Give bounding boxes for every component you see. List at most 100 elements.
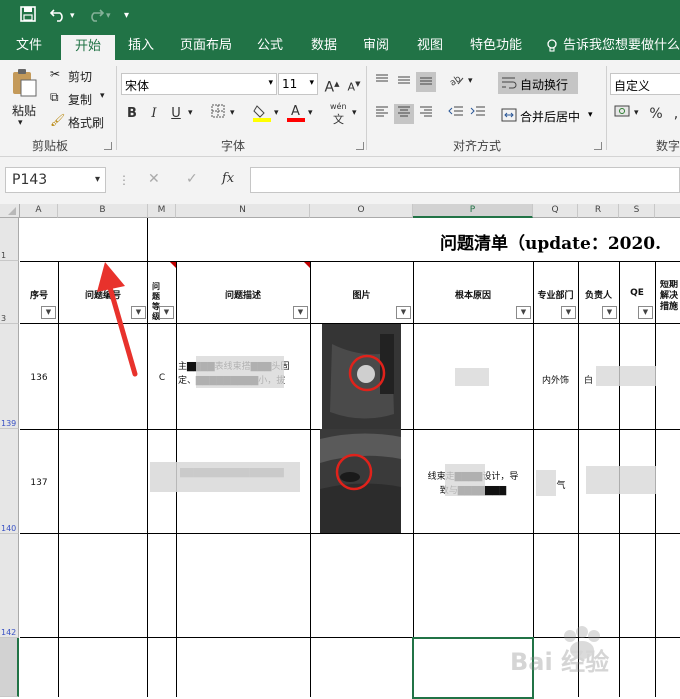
paste-dropdown-icon[interactable]: ▾	[18, 118, 23, 128]
filter-dropdown-button[interactable]: ▼	[293, 306, 308, 319]
tab-review[interactable]: 审阅	[358, 32, 394, 60]
shrink-font-button[interactable]: A▼	[344, 74, 364, 94]
row-header-1[interactable]: 1	[0, 218, 19, 261]
borders-icon[interactable]	[208, 104, 228, 124]
grow-font-button[interactable]: A▲	[322, 74, 342, 96]
enter-icon[interactable]: ✓	[186, 171, 198, 187]
scissors-icon[interactable]: ✂	[50, 67, 60, 81]
align-top-icon[interactable]	[372, 72, 392, 92]
filter-dropdown-button[interactable]: ▼	[396, 306, 411, 319]
filter-dropdown-button[interactable]: ▼	[561, 306, 576, 319]
copy-dropdown-icon[interactable]: ▾	[100, 91, 105, 101]
cell-dept[interactable]: 气	[554, 478, 568, 491]
filter-dropdown-button[interactable]: ▼	[638, 306, 653, 319]
cancel-icon[interactable]: ✕	[148, 171, 160, 187]
cut-button[interactable]: 剪切	[68, 68, 92, 85]
font-launcher-icon[interactable]	[356, 142, 364, 150]
paste-icon[interactable]	[10, 68, 38, 101]
row-header-140[interactable]: 140	[0, 429, 19, 534]
comment-indicator-icon[interactable]	[170, 262, 176, 268]
row-header-142[interactable]: 142	[0, 534, 19, 638]
col-header-n[interactable]: N	[176, 204, 310, 218]
paste-label[interactable]: 粘贴	[12, 102, 36, 119]
align-bottom-icon[interactable]	[416, 72, 436, 92]
tab-insert[interactable]: 插入	[122, 32, 160, 60]
filter-dropdown-button[interactable]: ▼	[159, 306, 174, 319]
cell-dept[interactable]: 内外饰	[534, 373, 577, 386]
tab-view[interactable]: 视图	[412, 32, 448, 60]
tab-data[interactable]: 数据	[306, 32, 342, 60]
col-header-o[interactable]: O	[310, 204, 413, 218]
filter-dropdown-button[interactable]: ▼	[602, 306, 617, 319]
decrease-indent-icon[interactable]	[446, 104, 466, 124]
format-painter-icon[interactable]: 🖌	[50, 113, 65, 127]
filter-dropdown-button[interactable]: ▼	[41, 306, 56, 319]
clipboard-launcher-icon[interactable]	[104, 142, 112, 150]
fill-color-dropdown-icon[interactable]: ▾	[274, 108, 279, 118]
merge-center-button[interactable]: 合并后居中 ▾	[498, 104, 602, 126]
underline-button[interactable]: U	[166, 104, 186, 124]
col-header-a[interactable]: A	[20, 204, 58, 218]
fill-color-icon[interactable]	[252, 102, 272, 122]
wrap-text-button[interactable]: 自动换行	[498, 72, 578, 94]
font-color-dropdown-icon[interactable]: ▾	[308, 108, 313, 118]
name-box[interactable]: P143 ▾	[5, 167, 106, 193]
align-center-icon[interactable]	[394, 104, 414, 124]
accounting-dropdown-icon[interactable]: ▾	[634, 108, 639, 118]
align-right-icon[interactable]	[416, 104, 436, 124]
cell-seq[interactable]: 136	[22, 373, 56, 383]
tab-formulas[interactable]: 公式	[252, 32, 288, 60]
font-size-select[interactable]: 11 ▾	[278, 73, 318, 95]
row-header-139[interactable]: 139	[0, 324, 19, 429]
comment-indicator-icon[interactable]	[304, 262, 310, 268]
issue-photo[interactable]	[320, 429, 401, 533]
filter-dropdown-button[interactable]: ▼	[516, 306, 531, 319]
col-header-r[interactable]: R	[578, 204, 619, 218]
tell-me-box[interactable]: 告诉我您想要做什么...	[563, 32, 680, 60]
redo-icon[interactable]	[86, 6, 105, 26]
copy-icon[interactable]: ⧉	[50, 90, 59, 105]
col-header-q[interactable]: Q	[533, 204, 578, 218]
save-icon[interactable]	[20, 6, 36, 26]
insert-function-icon[interactable]: fx	[222, 171, 234, 186]
tab-file[interactable]: 文件	[6, 32, 52, 60]
row-header-3[interactable]: 3	[0, 261, 19, 324]
comma-style-button[interactable]: ,	[666, 104, 680, 124]
col-header-b[interactable]: B	[58, 204, 148, 218]
tab-special[interactable]: 特色功能	[466, 32, 526, 60]
formula-input[interactable]	[250, 167, 680, 193]
bold-button[interactable]: B	[122, 104, 142, 124]
italic-button[interactable]: I	[144, 104, 164, 124]
align-left-icon[interactable]	[372, 104, 392, 124]
underline-dropdown-icon[interactable]: ▾	[188, 108, 193, 118]
font-color-icon[interactable]: A	[286, 102, 306, 122]
cell-seq[interactable]: 137	[22, 478, 56, 488]
alignment-launcher-icon[interactable]	[594, 142, 602, 150]
orientation-dropdown-icon[interactable]: ▾	[468, 76, 473, 86]
tab-page-layout[interactable]: 页面布局	[176, 32, 236, 60]
undo-icon[interactable]	[49, 6, 68, 26]
cell-level[interactable]: C	[150, 373, 174, 383]
percent-button[interactable]: %	[646, 104, 666, 124]
copy-button[interactable]: 复制	[68, 91, 92, 108]
customize-qat-icon[interactable]: ▾	[124, 10, 129, 21]
select-all-button[interactable]	[0, 204, 20, 218]
row-header-143[interactable]	[0, 638, 19, 697]
phonetic-guide-button[interactable]: wén 文	[330, 102, 347, 127]
undo-dropdown-icon[interactable]: ▾	[70, 11, 75, 21]
align-middle-icon[interactable]	[394, 72, 414, 92]
borders-dropdown-icon[interactable]: ▾	[230, 108, 235, 118]
col-header-t[interactable]	[655, 204, 680, 218]
number-format-select[interactable]: 自定义	[610, 73, 680, 95]
orientation-icon[interactable]: ab	[446, 72, 466, 92]
increase-indent-icon[interactable]	[468, 104, 488, 124]
phonetic-dropdown-icon[interactable]: ▾	[352, 108, 357, 118]
font-name-select[interactable]: 宋体 ▾	[121, 73, 277, 95]
col-header-s[interactable]: S	[619, 204, 655, 218]
format-painter-button[interactable]: 格式刷	[68, 114, 104, 131]
redo-dropdown-icon[interactable]: ▾	[106, 11, 111, 21]
tab-home[interactable]: 开始	[61, 35, 115, 60]
issue-photo[interactable]	[322, 324, 401, 429]
col-header-p[interactable]: P	[413, 204, 533, 218]
col-header-m[interactable]: M	[148, 204, 176, 218]
